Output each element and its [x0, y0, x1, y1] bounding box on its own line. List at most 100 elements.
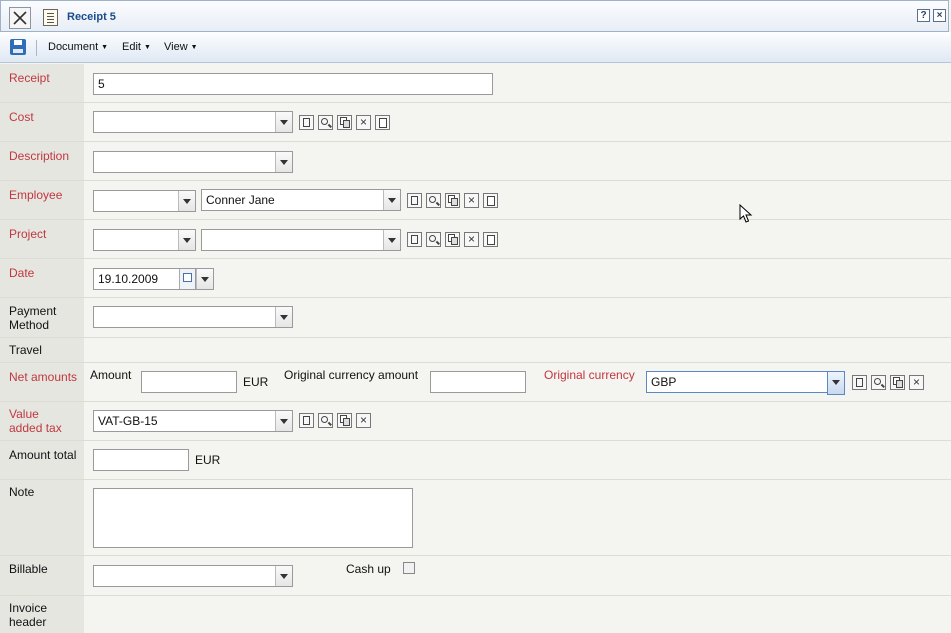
- copy-icon[interactable]: [337, 115, 352, 130]
- search-icon[interactable]: [426, 232, 441, 247]
- row-cost: Cost ×: [0, 103, 951, 142]
- original-currency-label: Original currency: [544, 368, 635, 382]
- search-icon[interactable]: [871, 375, 886, 390]
- new-document-icon[interactable]: [483, 193, 498, 208]
- row-project: Project ×: [0, 220, 951, 259]
- employee-label: Employee: [9, 188, 63, 202]
- date-dropdown[interactable]: [195, 268, 214, 290]
- clear-icon[interactable]: ×: [464, 232, 479, 247]
- chevron-down-icon[interactable]: [827, 371, 845, 395]
- chevron-down-icon: ▼: [190, 44, 198, 51]
- note-textarea[interactable]: [93, 488, 413, 548]
- cost-label: Cost: [9, 110, 34, 124]
- chevron-down-icon[interactable]: [275, 112, 292, 132]
- search-icon[interactable]: [318, 115, 333, 130]
- copy-icon[interactable]: [890, 375, 905, 390]
- date-value: 19.10.2009: [98, 272, 159, 286]
- window-close-button[interactable]: ×: [933, 9, 946, 22]
- menubar: Document ▼ Edit ▼ View ▼: [0, 32, 951, 63]
- vat-value: VAT-GB-15: [98, 414, 158, 428]
- new-document-icon[interactable]: [483, 232, 498, 247]
- description-select[interactable]: [93, 151, 293, 173]
- open-icon[interactable]: [299, 115, 314, 130]
- menu-edit-label: Edit: [122, 41, 141, 53]
- menu-view[interactable]: View ▼: [164, 41, 198, 53]
- amount-total-input[interactable]: [93, 449, 189, 471]
- cost-select[interactable]: [93, 111, 293, 133]
- receipt-input[interactable]: 5: [93, 73, 493, 95]
- date-input[interactable]: 19.10.2009: [93, 268, 197, 290]
- travel-label: Travel: [9, 343, 42, 357]
- row-receipt: Receipt 5: [0, 64, 951, 103]
- employee-name-select[interactable]: Conner Jane: [201, 189, 401, 211]
- row-payment-method: Payment Method: [0, 298, 951, 338]
- copy-icon[interactable]: [445, 193, 460, 208]
- amount-currency: EUR: [243, 375, 269, 389]
- row-vat: Value added tax VAT-GB-15 ×: [0, 402, 951, 441]
- vat-select[interactable]: VAT-GB-15: [93, 410, 293, 432]
- chevron-down-icon[interactable]: [275, 152, 292, 172]
- row-billable: Billable Cash up: [0, 556, 951, 596]
- cash-up-checkbox[interactable]: [403, 562, 415, 574]
- menu-edit[interactable]: Edit ▼: [122, 41, 151, 53]
- chevron-down-icon[interactable]: [196, 269, 213, 289]
- clear-icon[interactable]: ×: [356, 413, 371, 428]
- clear-icon[interactable]: ×: [909, 375, 924, 390]
- row-invoice-header: Invoice header: [0, 596, 951, 633]
- row-description: Description: [0, 142, 951, 181]
- open-icon[interactable]: [299, 413, 314, 428]
- chevron-down-icon[interactable]: [178, 230, 195, 250]
- chevron-down-icon[interactable]: [275, 566, 292, 586]
- window-title: Receipt 5: [67, 11, 116, 23]
- amount-total-currency: EUR: [195, 453, 221, 467]
- help-button[interactable]: ?: [917, 9, 930, 22]
- search-icon[interactable]: [426, 193, 441, 208]
- receipt-label: Receipt: [9, 71, 50, 85]
- menu-document[interactable]: Document ▼: [48, 41, 108, 53]
- project-name-select[interactable]: [201, 229, 401, 251]
- billable-select[interactable]: [93, 565, 293, 587]
- row-date: Date 19.10.2009: [0, 259, 951, 298]
- row-employee: Employee Conner Jane ×: [0, 181, 951, 220]
- payment-method-select[interactable]: [93, 306, 293, 328]
- clear-icon[interactable]: ×: [356, 115, 371, 130]
- project-label: Project: [9, 227, 47, 241]
- save-icon[interactable]: [10, 39, 26, 55]
- calendar-icon[interactable]: [179, 269, 196, 289]
- search-icon[interactable]: [318, 413, 333, 428]
- amount-input[interactable]: [141, 371, 237, 393]
- chevron-down-icon[interactable]: [383, 230, 400, 250]
- window-titlebar: Receipt 5 ? ×: [0, 0, 949, 32]
- note-label: Note: [9, 485, 35, 499]
- billable-label: Billable: [9, 562, 48, 576]
- open-icon[interactable]: [852, 375, 867, 390]
- original-amount-label: Original currency amount: [284, 368, 419, 382]
- employee-code-select[interactable]: [93, 190, 196, 212]
- chevron-down-icon[interactable]: [383, 190, 400, 210]
- original-currency-select[interactable]: GBP: [646, 371, 845, 395]
- row-amount-total: Amount total EUR: [0, 441, 951, 480]
- clear-icon[interactable]: ×: [464, 193, 479, 208]
- new-document-icon[interactable]: [375, 115, 390, 130]
- chevron-down-icon[interactable]: [275, 411, 292, 431]
- chevron-down-icon: ▼: [101, 44, 109, 51]
- chevron-down-icon[interactable]: [275, 307, 292, 327]
- open-icon[interactable]: [407, 232, 422, 247]
- payment-method-label: Payment Method: [9, 304, 57, 332]
- open-icon[interactable]: [407, 193, 422, 208]
- chevron-down-icon[interactable]: [178, 191, 195, 211]
- chevron-down-icon: ▼: [143, 44, 151, 51]
- cash-up-label: Cash up: [346, 562, 391, 576]
- description-label: Description: [9, 149, 70, 163]
- project-code-select[interactable]: [93, 229, 196, 251]
- row-note: Note: [0, 480, 951, 556]
- invoice-header-label: Invoice header: [9, 601, 48, 629]
- close-document-button[interactable]: [9, 7, 31, 29]
- copy-icon[interactable]: [445, 232, 460, 247]
- original-amount-input[interactable]: [430, 371, 526, 393]
- row-net-amounts: Net amounts Amount EUR Original currency…: [0, 363, 951, 402]
- amount-total-label: Amount total: [9, 448, 77, 462]
- date-label: Date: [9, 266, 35, 280]
- copy-icon[interactable]: [337, 413, 352, 428]
- close-icon: [13, 11, 27, 25]
